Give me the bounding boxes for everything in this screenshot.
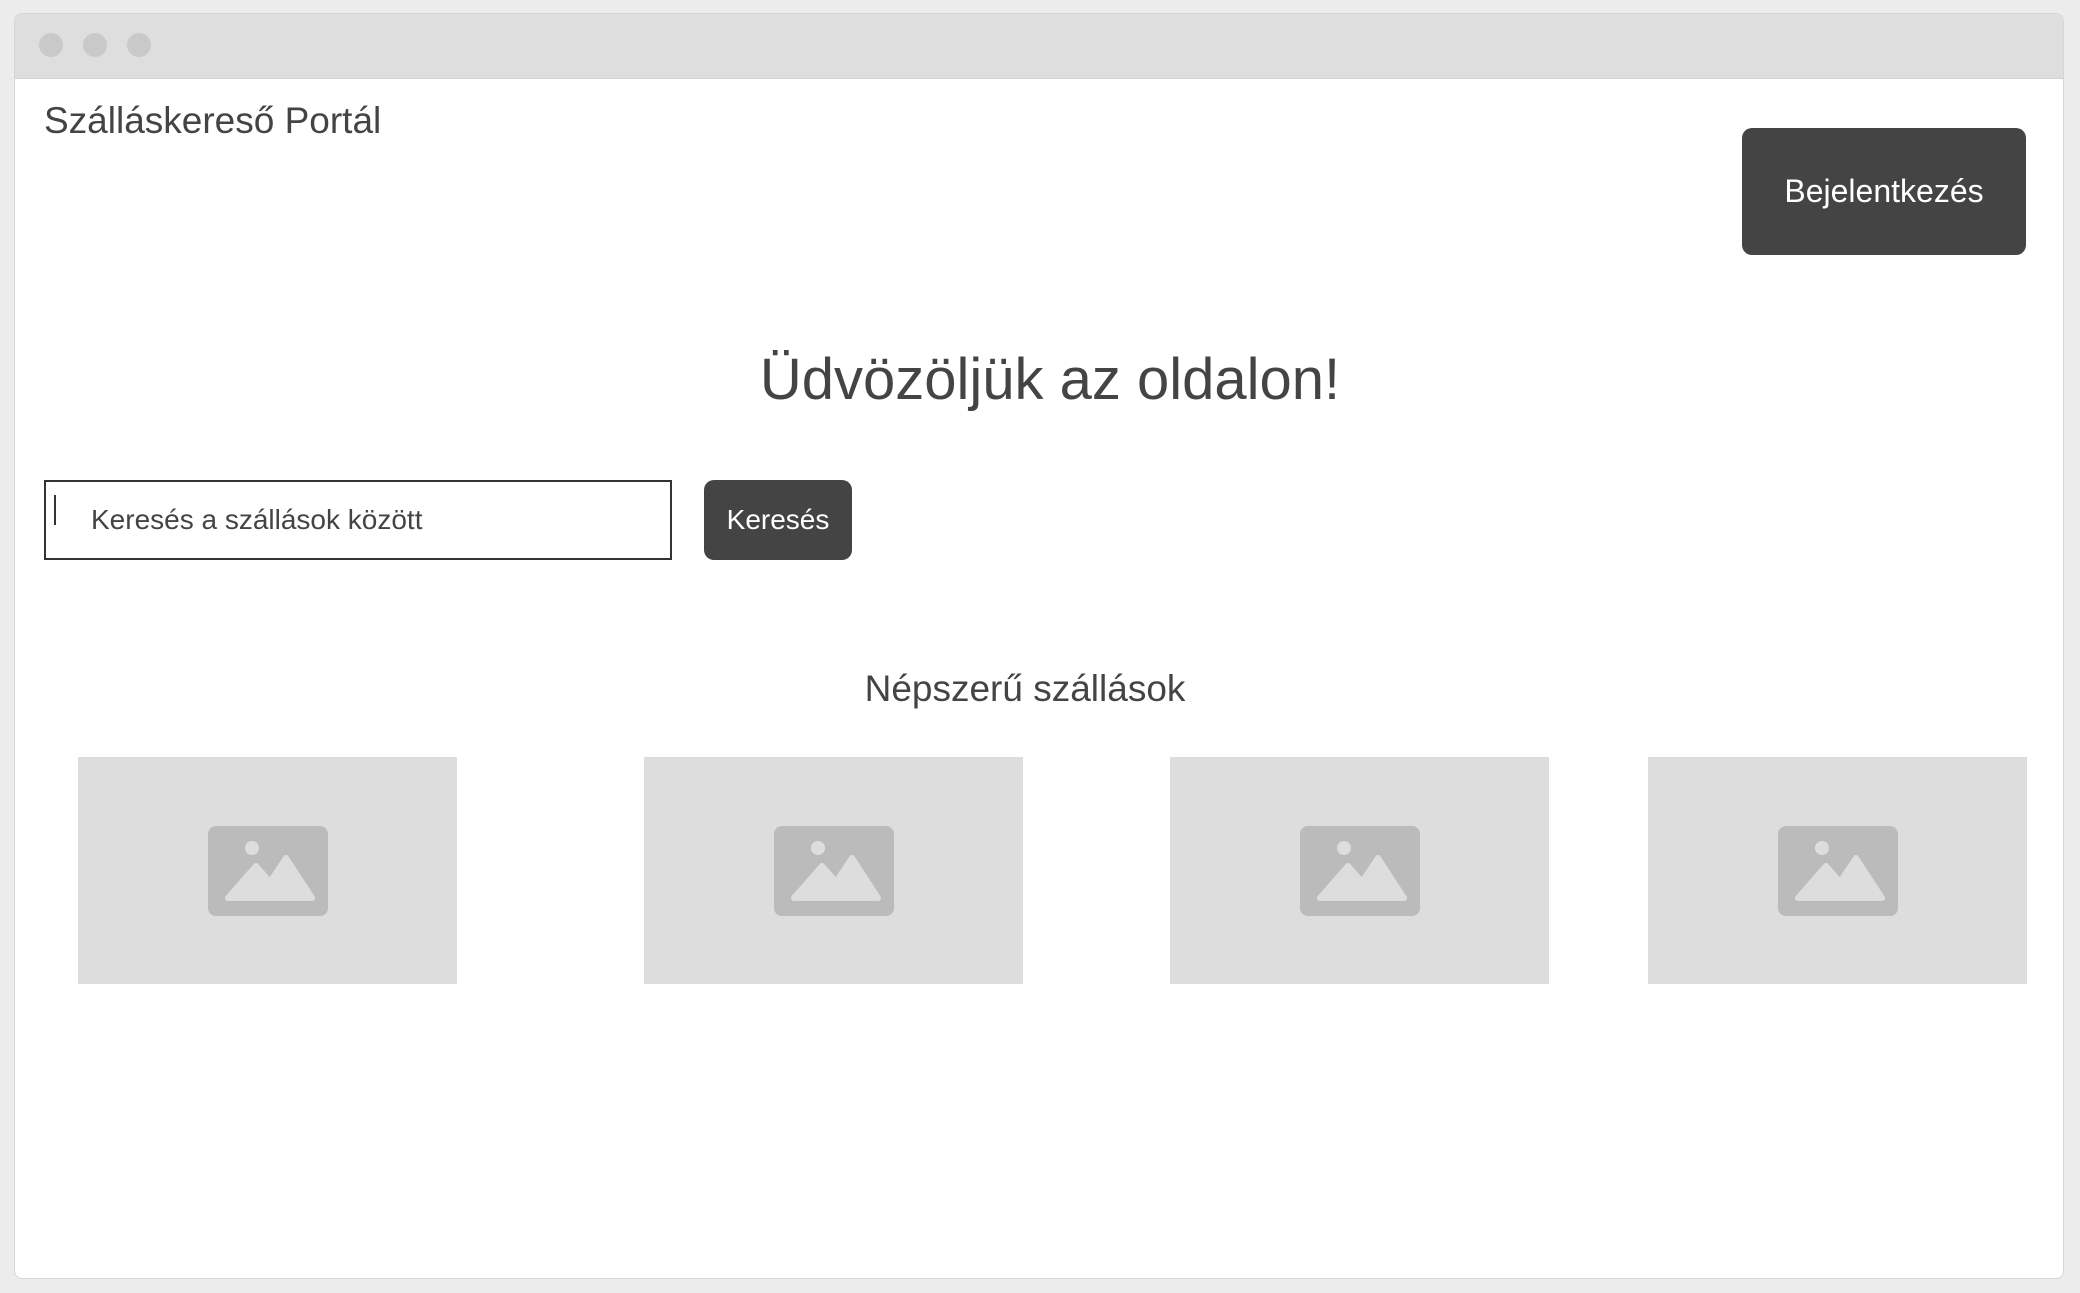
popular-card-1[interactable]: [78, 757, 457, 984]
site-title: Szálláskereső Portál: [44, 100, 382, 141]
popular-card-2[interactable]: [644, 757, 1023, 984]
search-placeholder: Keresés a szállások között: [91, 504, 423, 535]
window-close-dot[interactable]: [39, 33, 63, 57]
window-maximize-dot[interactable]: [127, 33, 151, 57]
image-placeholder-icon: [1299, 825, 1420, 916]
search-button[interactable]: Keresés: [704, 480, 852, 560]
text-caret: [54, 495, 56, 525]
welcome-heading: Üdvözöljük az oldalon!: [759, 347, 1341, 412]
search-input[interactable]: Keresés a szállások között: [44, 480, 672, 560]
window-minimize-dot[interactable]: [83, 33, 107, 57]
popular-card-3[interactable]: [1170, 757, 1549, 984]
login-button[interactable]: Bejelentkezés: [1742, 128, 2026, 255]
image-placeholder-icon: [1777, 825, 1898, 916]
window-titlebar: [15, 14, 2063, 79]
image-placeholder-icon: [207, 825, 328, 916]
image-placeholder-icon: [773, 825, 894, 916]
popular-section-title: Népszerű szállások: [864, 668, 1186, 709]
popular-card-4[interactable]: [1648, 757, 2027, 984]
browser-window: Szálláskereső Portál Bejelentkezés Üdvöz…: [14, 13, 2064, 1279]
